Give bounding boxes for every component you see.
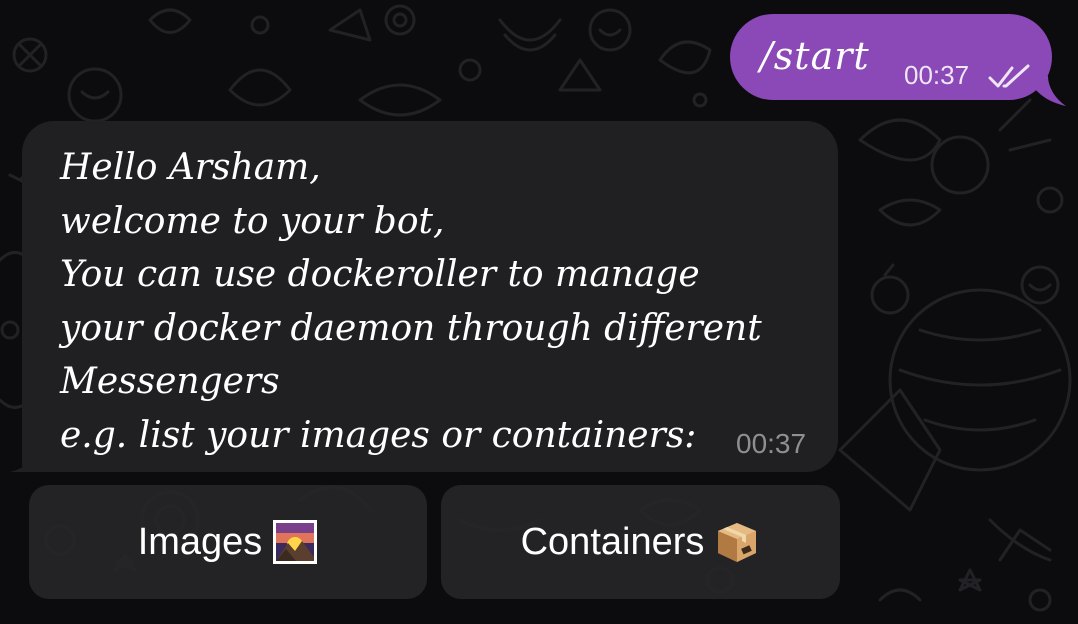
containers-button-label: Containers [520,520,705,563]
message-line: You can use dockeroller to manage [60,254,700,295]
message-line: Hello Arsham, [60,147,321,188]
incoming-message-bubble[interactable]: Hello Arsham, welcome to your bot, You c… [10,121,838,472]
incoming-message-text: Hello Arsham, welcome to your bot, You c… [60,141,820,462]
message-line: welcome to your bot, [60,200,445,242]
images-button[interactable]: Images [29,485,427,599]
package-box-emoji-icon [718,523,757,562]
containers-button[interactable]: Containers [441,485,840,599]
outgoing-message-text: /start [760,34,870,78]
sunrise-over-mountains-emoji-icon [273,520,318,564]
message-line: Messengers [60,361,280,402]
message-line: e.g. list your images or containers: [60,414,697,456]
incoming-bubble-tail [10,444,40,472]
outgoing-message-time: 00:37 [904,60,970,90]
images-button-label: Images [137,520,263,563]
outgoing-bubble-tail [1026,76,1066,106]
incoming-message-time: 00:37 [736,428,807,459]
outgoing-message-bubble[interactable]: /start 00:37 [730,14,1066,106]
message-line: your docker daemon through different [60,307,762,349]
double-check-icon [988,64,1030,88]
